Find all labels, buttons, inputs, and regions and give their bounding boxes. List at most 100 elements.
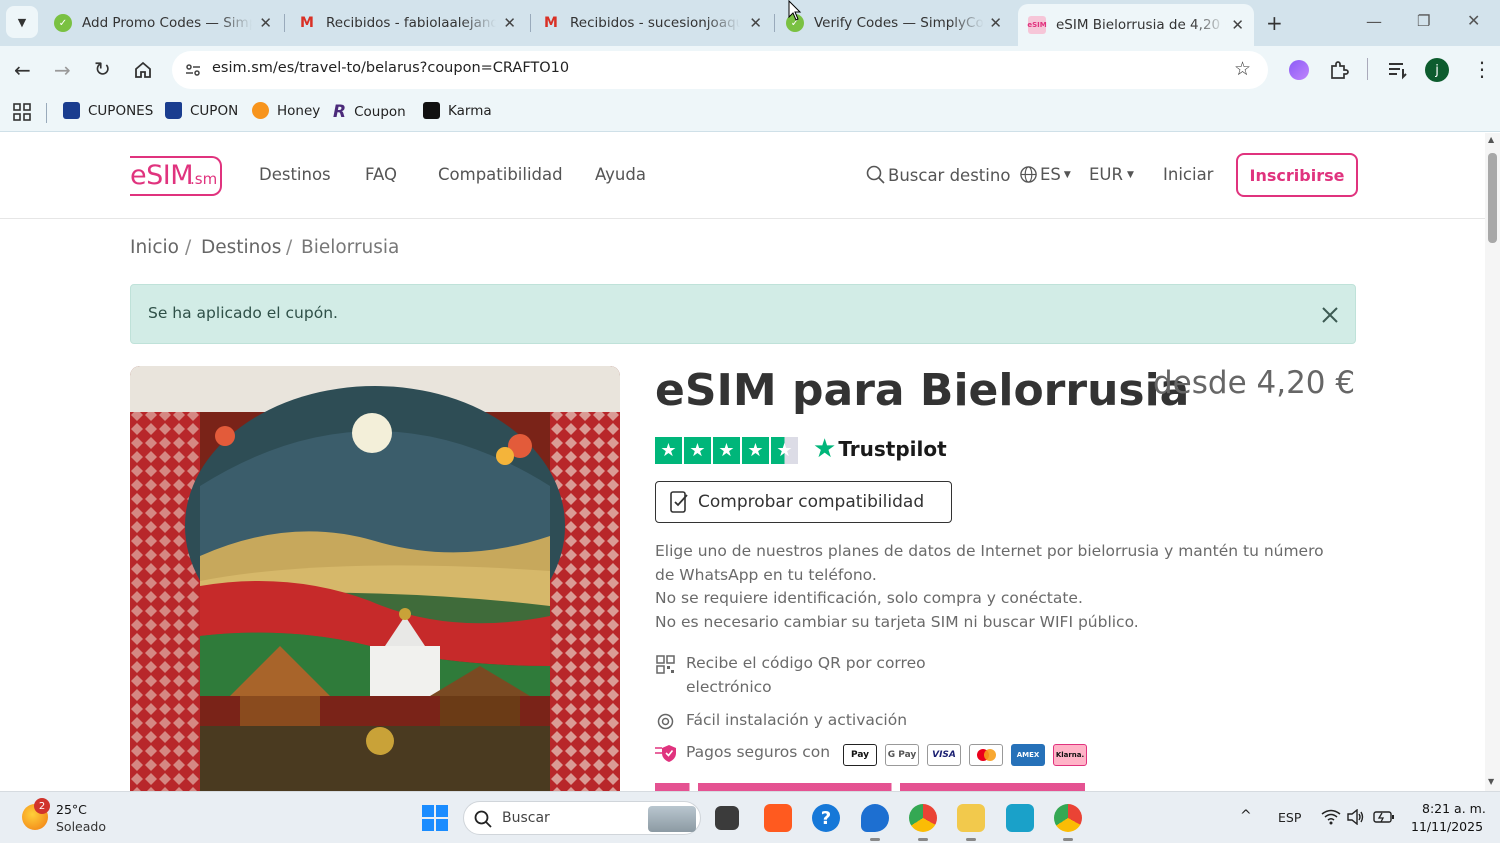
close-tab-icon[interactable]: ✕: [989, 14, 1002, 32]
task-view-icon[interactable]: [715, 806, 739, 830]
scrollbar-thumb[interactable]: [1488, 153, 1497, 243]
breadcrumb-destinos[interactable]: Destinos: [201, 237, 281, 258]
chrome-profile-icon[interactable]: [1054, 804, 1082, 832]
install-gear-icon: [657, 713, 674, 730]
help-icon[interactable]: ?: [812, 804, 840, 832]
bookmarks-bar: CUPONES CUPON Honey R Coupon Karma: [0, 94, 1500, 132]
scroll-down-icon[interactable]: ▼: [1488, 777, 1494, 786]
klarna-icon: Klarna.: [1053, 744, 1087, 766]
search-destination[interactable]: Buscar destino: [866, 165, 1010, 185]
star-icon: ★: [655, 437, 682, 464]
forward-arrow-icon[interactable]: →: [54, 60, 71, 80]
mastercard-icon: [969, 744, 1003, 766]
site-logo[interactable]: eSIM .sm: [130, 156, 222, 196]
nav-compatibilidad[interactable]: Compatibilidad: [438, 165, 563, 184]
search-highlight-icon: [648, 806, 696, 832]
trustpilot-logo[interactable]: ★ Trustpilot: [813, 436, 947, 462]
bookmark-karma[interactable]: Karma: [423, 102, 492, 119]
edge-app-icon[interactable]: [861, 804, 889, 832]
address-bar[interactable]: esim.sm/es/travel-to/belarus?coupon=CRAF…: [172, 51, 1268, 89]
apps-grid-icon[interactable]: [13, 103, 31, 121]
tray-chevron-up-icon[interactable]: ^: [1240, 808, 1252, 824]
wifi-icon[interactable]: [1321, 809, 1341, 825]
login-link[interactable]: Iniciar: [1163, 165, 1213, 184]
app-orange-icon[interactable]: [764, 804, 792, 832]
caret-down-icon: ▼: [1063, 169, 1071, 180]
half-star-icon: ★: [771, 437, 798, 464]
site-info-icon[interactable]: [184, 61, 202, 79]
close-tab-icon[interactable]: ✕: [1231, 16, 1244, 34]
alert-message: Se ha aplicado el cupón.: [148, 304, 338, 322]
reading-list-icon[interactable]: [1387, 60, 1409, 80]
back-arrow-icon[interactable]: ←: [14, 60, 31, 80]
tab-add-promo-codes[interactable]: ✓ Add Promo Codes — Simply ✕: [44, 6, 282, 40]
close-icon[interactable]: [1321, 306, 1339, 324]
clock-time[interactable]: 8:21 a. m.: [1422, 801, 1486, 816]
input-language[interactable]: ESP: [1278, 810, 1301, 825]
qr-code-icon: [656, 655, 675, 674]
belarus-illustration: [130, 366, 620, 791]
extensions-puzzle-icon[interactable]: [1328, 59, 1350, 81]
currency-selector[interactable]: EUR ▼: [1089, 165, 1134, 184]
kebab-menu-icon[interactable]: ⋮: [1472, 59, 1492, 79]
trustpilot-rating-stars[interactable]: ★ ★ ★ ★ ★: [655, 437, 798, 464]
tab-esim-bielorrusia[interactable]: eSIM eSIM Bielorrusia de 4,20 EUR ✕: [1018, 4, 1254, 46]
reload-icon[interactable]: ↻: [94, 59, 111, 79]
extension-simplycodes-icon[interactable]: [1289, 60, 1309, 80]
bookmark-coupon[interactable]: R Coupon: [333, 102, 406, 122]
tab-verify-codes[interactable]: ✓ Verify Codes — SimplyCode ✕: [776, 6, 1012, 40]
url-text[interactable]: esim.sm/es/travel-to/belarus?coupon=CRAF…: [212, 60, 569, 76]
close-tab-icon[interactable]: ✕: [749, 14, 762, 32]
page-scrollbar[interactable]: ▲ ▼: [1485, 133, 1500, 791]
language-selector[interactable]: ES ▼: [1019, 165, 1071, 184]
honey-icon: [252, 102, 269, 119]
new-tab-plus-icon[interactable]: +: [1266, 13, 1283, 33]
minimize-icon[interactable]: —: [1366, 14, 1382, 30]
karma-icon: [423, 102, 440, 119]
feature-install: Fácil instalación y activación: [686, 711, 908, 729]
nav-destinos[interactable]: Destinos: [259, 165, 331, 184]
visa-icon: VISA: [927, 744, 961, 766]
scroll-up-icon[interactable]: ▲: [1488, 135, 1494, 144]
bookmark-honey[interactable]: Honey: [252, 102, 320, 119]
close-window-icon[interactable]: ✕: [1467, 13, 1480, 29]
signup-button[interactable]: Inscribirse: [1236, 153, 1358, 197]
weather-desc[interactable]: Soleado: [56, 819, 106, 834]
google-pay-icon: G Pay: [885, 744, 919, 766]
description-line: No se requiere identificación, solo comp…: [655, 589, 1083, 607]
volume-icon[interactable]: [1347, 809, 1365, 825]
breadcrumb-inicio[interactable]: Inicio: [130, 237, 179, 258]
description-line: de WhatsApp en tu teléfono.: [655, 566, 877, 584]
search-icon: [866, 165, 885, 184]
remote-desktop-icon[interactable]: [1006, 804, 1034, 832]
apple-pay-icon: Pay: [843, 744, 877, 766]
check-compatibility-button[interactable]: Comprobar compatibilidad: [655, 481, 952, 523]
tab-search-button[interactable]: ▼: [6, 6, 38, 38]
battery-icon[interactable]: [1373, 809, 1395, 825]
bookmark-cupon[interactable]: CUPON: [165, 102, 238, 119]
profile-avatar[interactable]: j: [1425, 58, 1449, 82]
home-icon[interactable]: [133, 60, 153, 80]
close-tab-icon[interactable]: ✕: [259, 14, 272, 32]
gmail-icon: M: [300, 15, 314, 31]
windows-start-icon[interactable]: [422, 805, 448, 831]
chevron-down-icon: ▼: [17, 15, 27, 29]
bookmark-star-icon[interactable]: ☆: [1234, 60, 1251, 79]
bookmark-cupones[interactable]: CUPONES: [63, 102, 153, 119]
tab-recibidos-sucesion[interactable]: M Recibidos - sucesionjoaquin ✕: [532, 6, 772, 40]
tab-recibidos-fabiola[interactable]: M Recibidos - fabiolaalejandria ✕: [288, 6, 526, 40]
breadcrumb-current: Bielorrusia: [301, 237, 400, 258]
star-icon: ★: [713, 437, 740, 464]
taskbar-search[interactable]: Buscar: [463, 801, 701, 835]
nav-faq[interactable]: FAQ: [365, 165, 397, 184]
browser-tab-bar: ▼ ✓ Add Promo Codes — Simply ✕ M Recibid…: [0, 0, 1500, 46]
file-explorer-icon[interactable]: [957, 804, 985, 832]
clock-date[interactable]: 11/11/2025: [1411, 819, 1483, 834]
nav-ayuda[interactable]: Ayuda: [595, 165, 646, 184]
chrome-icon[interactable]: [909, 804, 937, 832]
close-tab-icon[interactable]: ✕: [503, 14, 516, 32]
restore-icon[interactable]: ❐: [1417, 14, 1430, 29]
weather-temp[interactable]: 25°C: [56, 802, 87, 817]
windows-taskbar: 2 25°C Soleado Buscar ? ^ ESP 8:21 a. m.…: [0, 791, 1500, 843]
search-icon: [474, 810, 492, 828]
